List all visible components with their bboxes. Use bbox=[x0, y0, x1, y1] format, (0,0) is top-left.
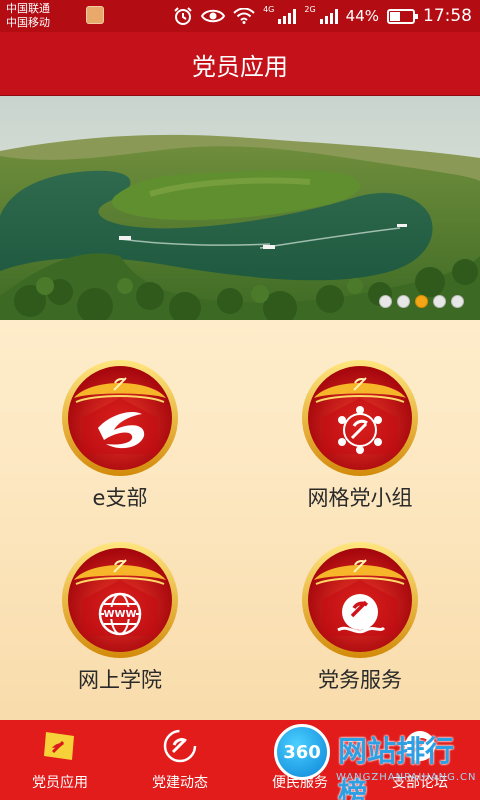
nav-item-party-news[interactable]: 党建动态 bbox=[120, 720, 240, 800]
carousel-indicator[interactable] bbox=[379, 295, 464, 308]
nav-label: 党建动态 bbox=[152, 775, 208, 791]
svg-text:WWW: WWW bbox=[103, 609, 136, 620]
nav-item-forum[interactable]: 支部论坛 bbox=[360, 720, 480, 800]
carrier-1: 中国联通 bbox=[6, 2, 50, 15]
carousel-dot[interactable] bbox=[397, 295, 410, 308]
app-label: 网格党小组 bbox=[307, 486, 413, 510]
app-tile[interactable]: 党务服务 bbox=[260, 540, 460, 700]
nav-item-party-apps[interactable]: 党员应用 bbox=[0, 720, 120, 800]
clock: 17:58 bbox=[423, 6, 472, 26]
signal-icon bbox=[319, 8, 338, 24]
page-title: 党员应用 bbox=[192, 52, 288, 81]
eye-icon bbox=[201, 9, 226, 23]
carrier-2: 中国移动 bbox=[6, 16, 50, 29]
party-flag-icon bbox=[44, 732, 74, 760]
signal-icon bbox=[278, 8, 297, 24]
battery-percent: 44% bbox=[345, 7, 379, 25]
carousel-dot[interactable] bbox=[415, 295, 428, 308]
e-branch-icon bbox=[62, 360, 178, 476]
network-type-2: 2G bbox=[304, 5, 316, 14]
app-label: 网上学院 bbox=[78, 668, 162, 692]
status-bar: 中国联通 中国移动 4G 2G 44% 17:58 bbox=[0, 0, 480, 32]
app-tile[interactable]: e支部 bbox=[20, 358, 220, 518]
party-emblem-icon bbox=[163, 729, 197, 763]
carousel-dot[interactable] bbox=[451, 295, 464, 308]
app-label: 党务服务 bbox=[318, 668, 402, 692]
network-party-icon bbox=[302, 360, 418, 476]
network-type-1: 4G bbox=[263, 5, 275, 14]
bottom-nav: 党员应用 党建动态 便民服务 支部论坛 bbox=[0, 720, 480, 800]
banner-image bbox=[0, 96, 480, 320]
nav-label: 支部论坛 bbox=[392, 775, 448, 791]
app-tile[interactable]: WWW 网上学院 bbox=[20, 540, 220, 700]
app-icon bbox=[86, 6, 104, 24]
app-tile[interactable]: 网格党小组 bbox=[260, 358, 460, 518]
app-label: e支部 bbox=[92, 486, 148, 510]
house-icon bbox=[286, 733, 314, 760]
battery-icon bbox=[387, 8, 418, 24]
carousel-dot[interactable] bbox=[433, 295, 446, 308]
status-icons: 4G 2G 44% 17:58 bbox=[173, 5, 472, 27]
wifi-icon bbox=[233, 8, 255, 24]
party-service-icon bbox=[302, 542, 418, 658]
screen: 中国联通 中国移动 4G 2G 44% 17:58 党员应用 e支部 网格党小组… bbox=[0, 0, 480, 800]
nav-item-services[interactable]: 便民服务 bbox=[240, 720, 360, 800]
alarm-icon bbox=[174, 7, 192, 25]
nav-label: 党员应用 bbox=[32, 775, 88, 791]
battery-level bbox=[390, 11, 400, 21]
carousel-dot[interactable] bbox=[379, 295, 392, 308]
forum-emblem-icon bbox=[405, 731, 435, 761]
banner-carousel[interactable] bbox=[0, 96, 480, 320]
title-bar: 党员应用 bbox=[0, 32, 480, 96]
www-globe-icon: WWW bbox=[62, 542, 178, 658]
nav-label: 便民服务 bbox=[272, 775, 328, 791]
